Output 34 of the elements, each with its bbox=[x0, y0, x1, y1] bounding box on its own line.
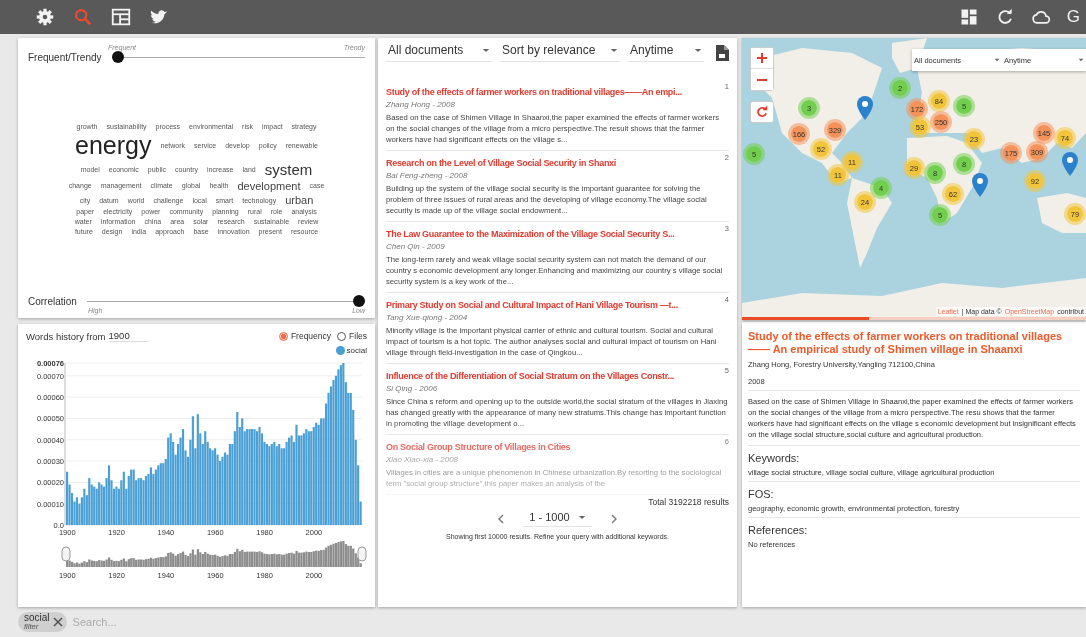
cloud-word[interactable]: development bbox=[237, 180, 301, 193]
cloud-word[interactable]: energy bbox=[75, 132, 152, 160]
account-letter[interactable]: G bbox=[1066, 7, 1080, 27]
year-input[interactable]: 1900 bbox=[108, 330, 149, 342]
filter-dropdown[interactable]: All documents bbox=[386, 43, 492, 62]
mode-radio[interactable]: Frequency bbox=[278, 331, 332, 341]
mode-radio[interactable]: Files bbox=[337, 331, 367, 341]
search-field[interactable]: Search... bbox=[70, 615, 275, 629]
result-title[interactable]: The Law Guarantee to the Maximization of the Village Social Security S... bbox=[386, 228, 725, 240]
result-title[interactable]: Study of the effects of farmer workers on traditional villages——An empi... bbox=[386, 86, 725, 98]
result-byline: Tang Xue-qiong - 2004 bbox=[386, 313, 469, 322]
results-total: Total 3192218 results bbox=[647, 497, 729, 507]
slider-label: Correlation bbox=[28, 295, 77, 307]
cloud-word[interactable]: urban bbox=[285, 194, 314, 207]
result-byline: Bai Feng-zheng - 2008 bbox=[386, 171, 469, 180]
slider-label: Frequent/Trendy bbox=[28, 51, 102, 63]
result-title[interactable]: Influence of the Differentiation of Social Stratum on the Villages Constr... bbox=[386, 370, 725, 382]
chart-title: Words history from bbox=[26, 330, 106, 342]
section-heading: References: bbox=[748, 524, 809, 536]
section-heading: Keywords: bbox=[748, 452, 801, 464]
result-byline: Chen Qin - 2009 bbox=[386, 242, 446, 251]
result-title[interactable]: Research on the Level of Village Social Security in Shanxi bbox=[386, 157, 725, 169]
filter-dropdown[interactable]: Sort by relevance bbox=[500, 43, 620, 62]
section-heading: FOS: bbox=[748, 488, 775, 500]
detail-title: Study of the effects of farmer workers on traditional villages—— An empirical study of Shimen village in Shaanxi bbox=[748, 330, 1064, 356]
chip-label: social bbox=[24, 613, 50, 624]
result-byline: Zhang Hong - 2008 bbox=[386, 100, 456, 109]
legend-label: social bbox=[346, 346, 367, 355]
page-range-dropdown[interactable]: 1 - 1000 bbox=[523, 511, 592, 527]
result-byline: Xiao Xiao-xia - 2008 bbox=[386, 455, 460, 464]
cloud-word[interactable]: system bbox=[264, 161, 313, 179]
filter-dropdown[interactable]: Anytime bbox=[628, 43, 704, 62]
result-byline: Si Qing - 2006 bbox=[386, 384, 439, 393]
result-title[interactable]: Primary Study on Social and Cultural Impact of Hani Village Tourism —t... bbox=[386, 299, 725, 311]
